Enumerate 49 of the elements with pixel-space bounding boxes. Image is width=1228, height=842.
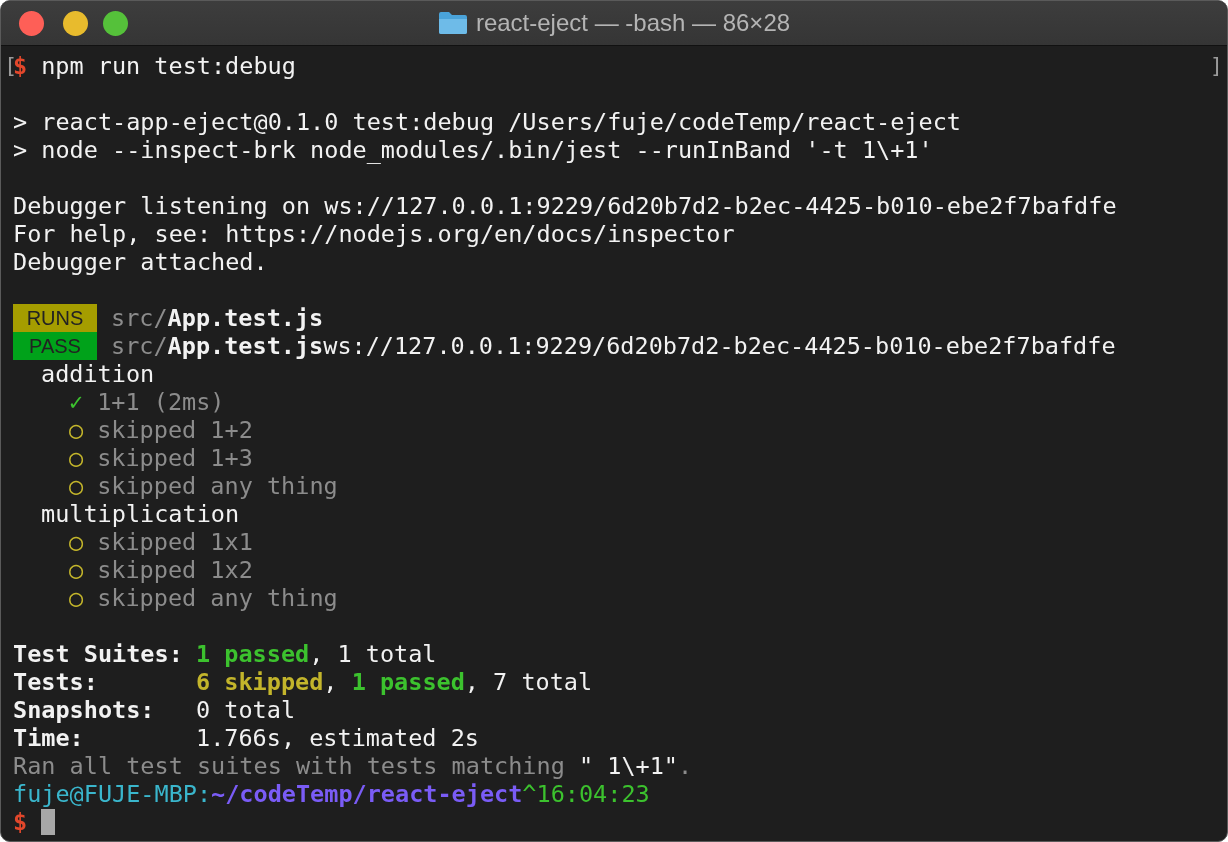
summary-value: 1.766s, estimated 2s [196,724,479,752]
circle-icon: ○ [69,528,84,556]
circle-icon: ○ [69,472,84,500]
output-text: Debugger attached. [13,248,268,276]
summary-label: Tests: [13,668,99,696]
circle-icon: ○ [69,444,84,472]
circle-icon: ○ [69,416,84,444]
output-text: ws://127.0.0.1:9229/6d20b7d2-b2ec-4425-b010-ebe2f7bafdfe [323,332,1116,360]
status-badge: RUNS [13,304,97,332]
prompt-symbol: $ [13,52,28,80]
line-mark: ] [1209,52,1223,80]
summary-value: 6 skipped, 1 passed, 7 total [196,668,593,696]
circle-icon: ○ [69,556,84,584]
close-button[interactable] [19,10,44,36]
file-path: src/App.test.js [111,332,324,360]
output-text: For help, see: https://nodejs.org/en/docs/inspector [13,220,735,248]
command-text: npm run test:debug [41,52,296,80]
test-name: skipped any thing [97,584,338,612]
test-group-name: addition [41,360,155,388]
test-group-name: multiplication [41,500,240,528]
time-text: ^16:04:23 [522,780,650,808]
test-name: skipped any thing [97,472,338,500]
line-mark: [ [4,52,13,80]
file-path: src/App.test.js [111,304,324,332]
test-name: skipped 1x1 [97,528,253,556]
window-title: react-eject — -bash — 86×28 [475,9,791,37]
output-text: > react-app-eject@0.1.0 test:debug /Users/fuje/codeTemp/react-eject [13,108,961,136]
output-text: > node --inspect-brk node_modules/.bin/jest --runInBand '-t 1\+1' [13,136,933,164]
summary-label: Time: [13,724,85,752]
minimize-button[interactable] [63,10,88,36]
output-text: Debugger listening on ws://127.0.0.1:9229/6d20b7d2-b2ec-4425-b010-ebe2f7bafdfe [13,192,1117,220]
summary-label: Snapshots: [13,696,156,724]
user-host: fuje@FUJE-MBP: [13,780,212,808]
text-cursor [41,809,56,835]
output-text: Ran all test suites with tests matching " 1\+1". [13,752,693,780]
prompt-symbol: $ [13,808,28,836]
directory-path: ~/codeTemp/react-eject [211,780,523,808]
status-badge: PASS [13,332,97,360]
folder-icon [437,11,468,35]
zoom-button[interactable] [103,10,128,36]
summary-value: 0 total [196,696,296,724]
test-name: 1+1 (2ms) [97,388,225,416]
summary-value: 1 passed, 1 total [196,640,437,668]
test-name: skipped 1+3 [97,444,253,472]
test-name: skipped 1x2 [97,556,253,584]
summary-label: Test Suites: [13,640,184,668]
check-icon: ✓ [69,388,84,416]
test-name: skipped 1+2 [97,416,253,444]
circle-icon: ○ [69,584,84,612]
